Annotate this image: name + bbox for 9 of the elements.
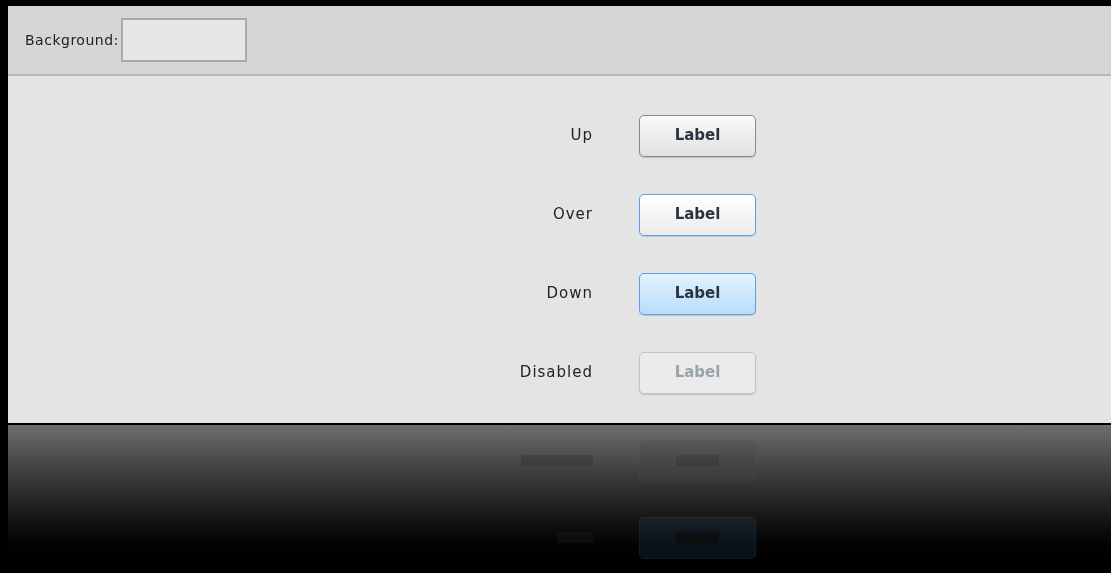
state-label: Disabled: [519, 362, 593, 384]
background-label: Background:: [25, 30, 119, 50]
label-button[interactable]: Label: [639, 272, 756, 315]
label-button[interactable]: Label: [639, 193, 756, 236]
background-field[interactable]: [120, 18, 247, 62]
state-label: Over: [552, 204, 593, 226]
state-label: Down: [546, 283, 593, 305]
label-button[interactable]: Label: [639, 114, 756, 157]
state-label: Up: [570, 125, 593, 147]
